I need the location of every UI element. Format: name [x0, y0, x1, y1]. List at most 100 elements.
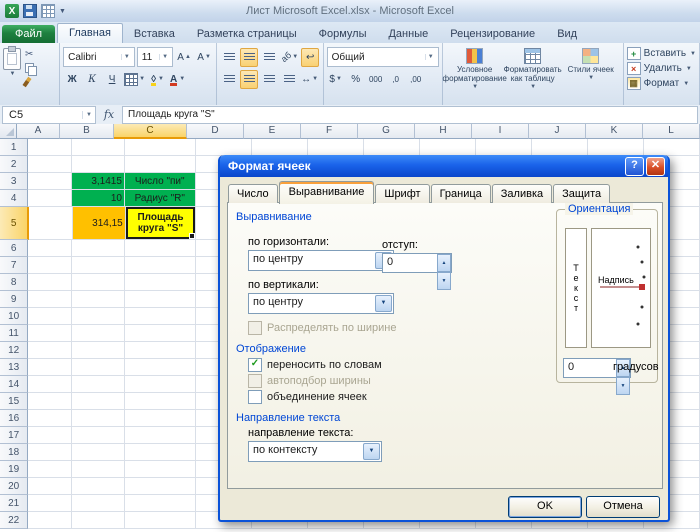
- cell-C19[interactable]: [125, 461, 196, 478]
- decrease-indent-button[interactable]: [280, 70, 298, 89]
- row-header-1[interactable]: 1: [0, 139, 28, 156]
- paste-button[interactable]: ▼: [3, 46, 21, 87]
- justify-distributed-checkbox-box[interactable]: [248, 321, 262, 335]
- cut-icon[interactable]: ✂: [25, 49, 36, 60]
- column-header-A[interactable]: A: [17, 124, 60, 139]
- row-header-5[interactable]: 5: [0, 207, 29, 240]
- cell-B16[interactable]: [72, 410, 125, 427]
- cell-B18[interactable]: [72, 444, 125, 461]
- shrink-to-fit-checkbox[interactable]: автоподбор ширины: [248, 374, 371, 388]
- wrap-text-checkbox[interactable]: ✓ переносить по словам: [248, 358, 382, 372]
- excel-logo-icon[interactable]: X: [5, 4, 19, 18]
- decrease-decimal-button[interactable]: ,00: [407, 70, 425, 89]
- cell-B10[interactable]: [72, 308, 125, 325]
- cell-C4[interactable]: Радиус "R": [125, 190, 196, 207]
- sheet-icon[interactable]: [41, 4, 55, 18]
- row-header-3[interactable]: 3: [0, 173, 28, 190]
- insert-cells-button[interactable]: + Вставить▼: [627, 46, 696, 61]
- row-header-11[interactable]: 11: [0, 325, 28, 342]
- cell-C13[interactable]: [125, 359, 196, 376]
- degrees-spin-down-icon[interactable]: ▼: [616, 377, 630, 395]
- cell-H1[interactable]: [420, 139, 476, 156]
- align-bottom-button[interactable]: [260, 48, 278, 67]
- ribbon-tab-файл[interactable]: Файл: [2, 25, 55, 43]
- cell-B7[interactable]: [72, 257, 125, 274]
- dialog-tab-выравнивание[interactable]: Выравнивание: [279, 181, 375, 204]
- ribbon-tab-разметка-страницы[interactable]: Разметка страницы: [186, 25, 308, 43]
- align-middle-button[interactable]: [240, 48, 258, 67]
- cell-B21[interactable]: [72, 495, 125, 512]
- indent-spinner[interactable]: 0 ▲▼: [382, 253, 452, 273]
- cell-B12[interactable]: [72, 342, 125, 359]
- cell-C12[interactable]: [125, 342, 196, 359]
- cell-E1[interactable]: [252, 139, 308, 156]
- column-header-G[interactable]: G: [358, 124, 415, 139]
- align-right-button[interactable]: [260, 70, 278, 89]
- cell-A20[interactable]: [28, 478, 71, 495]
- cell-C18[interactable]: [125, 444, 196, 461]
- cell-B2[interactable]: [72, 156, 125, 173]
- cell-F1[interactable]: [308, 139, 364, 156]
- row-header-8[interactable]: 8: [0, 274, 28, 291]
- cell-B13[interactable]: [72, 359, 125, 376]
- cell-A8[interactable]: [28, 274, 71, 291]
- dialog-close-button[interactable]: ✕: [646, 157, 665, 176]
- cell-A13[interactable]: [28, 359, 71, 376]
- save-icon[interactable]: [23, 4, 37, 18]
- cancel-button[interactable]: Отмена: [586, 496, 660, 518]
- vertical-text-option[interactable]: Текст: [565, 228, 587, 348]
- thousands-button[interactable]: 000: [367, 70, 385, 89]
- cell-B9[interactable]: [72, 291, 125, 308]
- cell-A12[interactable]: [28, 342, 71, 359]
- merge-center-button[interactable]: ↔▼: [300, 70, 319, 89]
- column-header-L[interactable]: L: [643, 124, 700, 139]
- underline-button[interactable]: Ч: [103, 70, 121, 89]
- cell-C22[interactable]: [125, 512, 196, 529]
- font-size-dropdown-icon[interactable]: ▼: [159, 54, 170, 60]
- cell-C16[interactable]: [125, 410, 196, 427]
- ribbon-tab-главная[interactable]: Главная: [57, 23, 123, 43]
- cell-C17[interactable]: [125, 427, 196, 444]
- wrap-text-button[interactable]: ↩: [301, 48, 319, 67]
- dialog-tab-защита[interactable]: Защита: [553, 184, 610, 203]
- align-left-button[interactable]: [220, 70, 238, 89]
- cell-A3[interactable]: [28, 173, 71, 190]
- cell-B22[interactable]: [72, 512, 125, 529]
- row-header-18[interactable]: 18: [0, 444, 28, 461]
- font-family-combo[interactable]: Calibri▼: [63, 47, 135, 67]
- cell-B11[interactable]: [72, 325, 125, 342]
- cell-A1[interactable]: [28, 139, 71, 156]
- column-header-B[interactable]: B: [60, 124, 114, 139]
- row-header-20[interactable]: 20: [0, 478, 28, 495]
- align-center-button[interactable]: [240, 70, 258, 89]
- cell-A14[interactable]: [28, 376, 71, 393]
- column-header-J[interactable]: J: [529, 124, 586, 139]
- cell-A10[interactable]: [28, 308, 71, 325]
- orientation-sample[interactable]: Надпись: [591, 228, 651, 348]
- row-header-16[interactable]: 16: [0, 410, 28, 427]
- row-header-19[interactable]: 19: [0, 461, 28, 478]
- row-header-17[interactable]: 17: [0, 427, 28, 444]
- cell-C21[interactable]: [125, 495, 196, 512]
- justify-distributed-checkbox[interactable]: Распределять по ширине: [248, 321, 396, 335]
- cell-K1[interactable]: [588, 139, 644, 156]
- ribbon-tab-вставка[interactable]: Вставка: [123, 25, 186, 43]
- cell-A11[interactable]: [28, 325, 71, 342]
- cell-C1[interactable]: [125, 139, 196, 156]
- shrink-font-button[interactable]: А▼: [195, 48, 213, 67]
- cell-B4[interactable]: 10: [72, 190, 125, 207]
- row-header-13[interactable]: 13: [0, 359, 28, 376]
- cell-A18[interactable]: [28, 444, 71, 461]
- cell-A16[interactable]: [28, 410, 71, 427]
- cell-A7[interactable]: [28, 257, 71, 274]
- cell-B6[interactable]: [72, 240, 125, 257]
- column-header-E[interactable]: E: [244, 124, 301, 139]
- cell-C6[interactable]: [125, 240, 196, 257]
- ok-button[interactable]: OK: [508, 496, 582, 518]
- column-header-F[interactable]: F: [301, 124, 358, 139]
- vertical-combo-dropdown-icon[interactable]: ▼: [375, 295, 392, 312]
- ribbon-tab-рецензирование[interactable]: Рецензирование: [439, 25, 546, 43]
- font-size-combo[interactable]: 11▼: [137, 47, 173, 67]
- shrink-to-fit-checkbox-box[interactable]: [248, 374, 262, 388]
- row-header-7[interactable]: 7: [0, 257, 28, 274]
